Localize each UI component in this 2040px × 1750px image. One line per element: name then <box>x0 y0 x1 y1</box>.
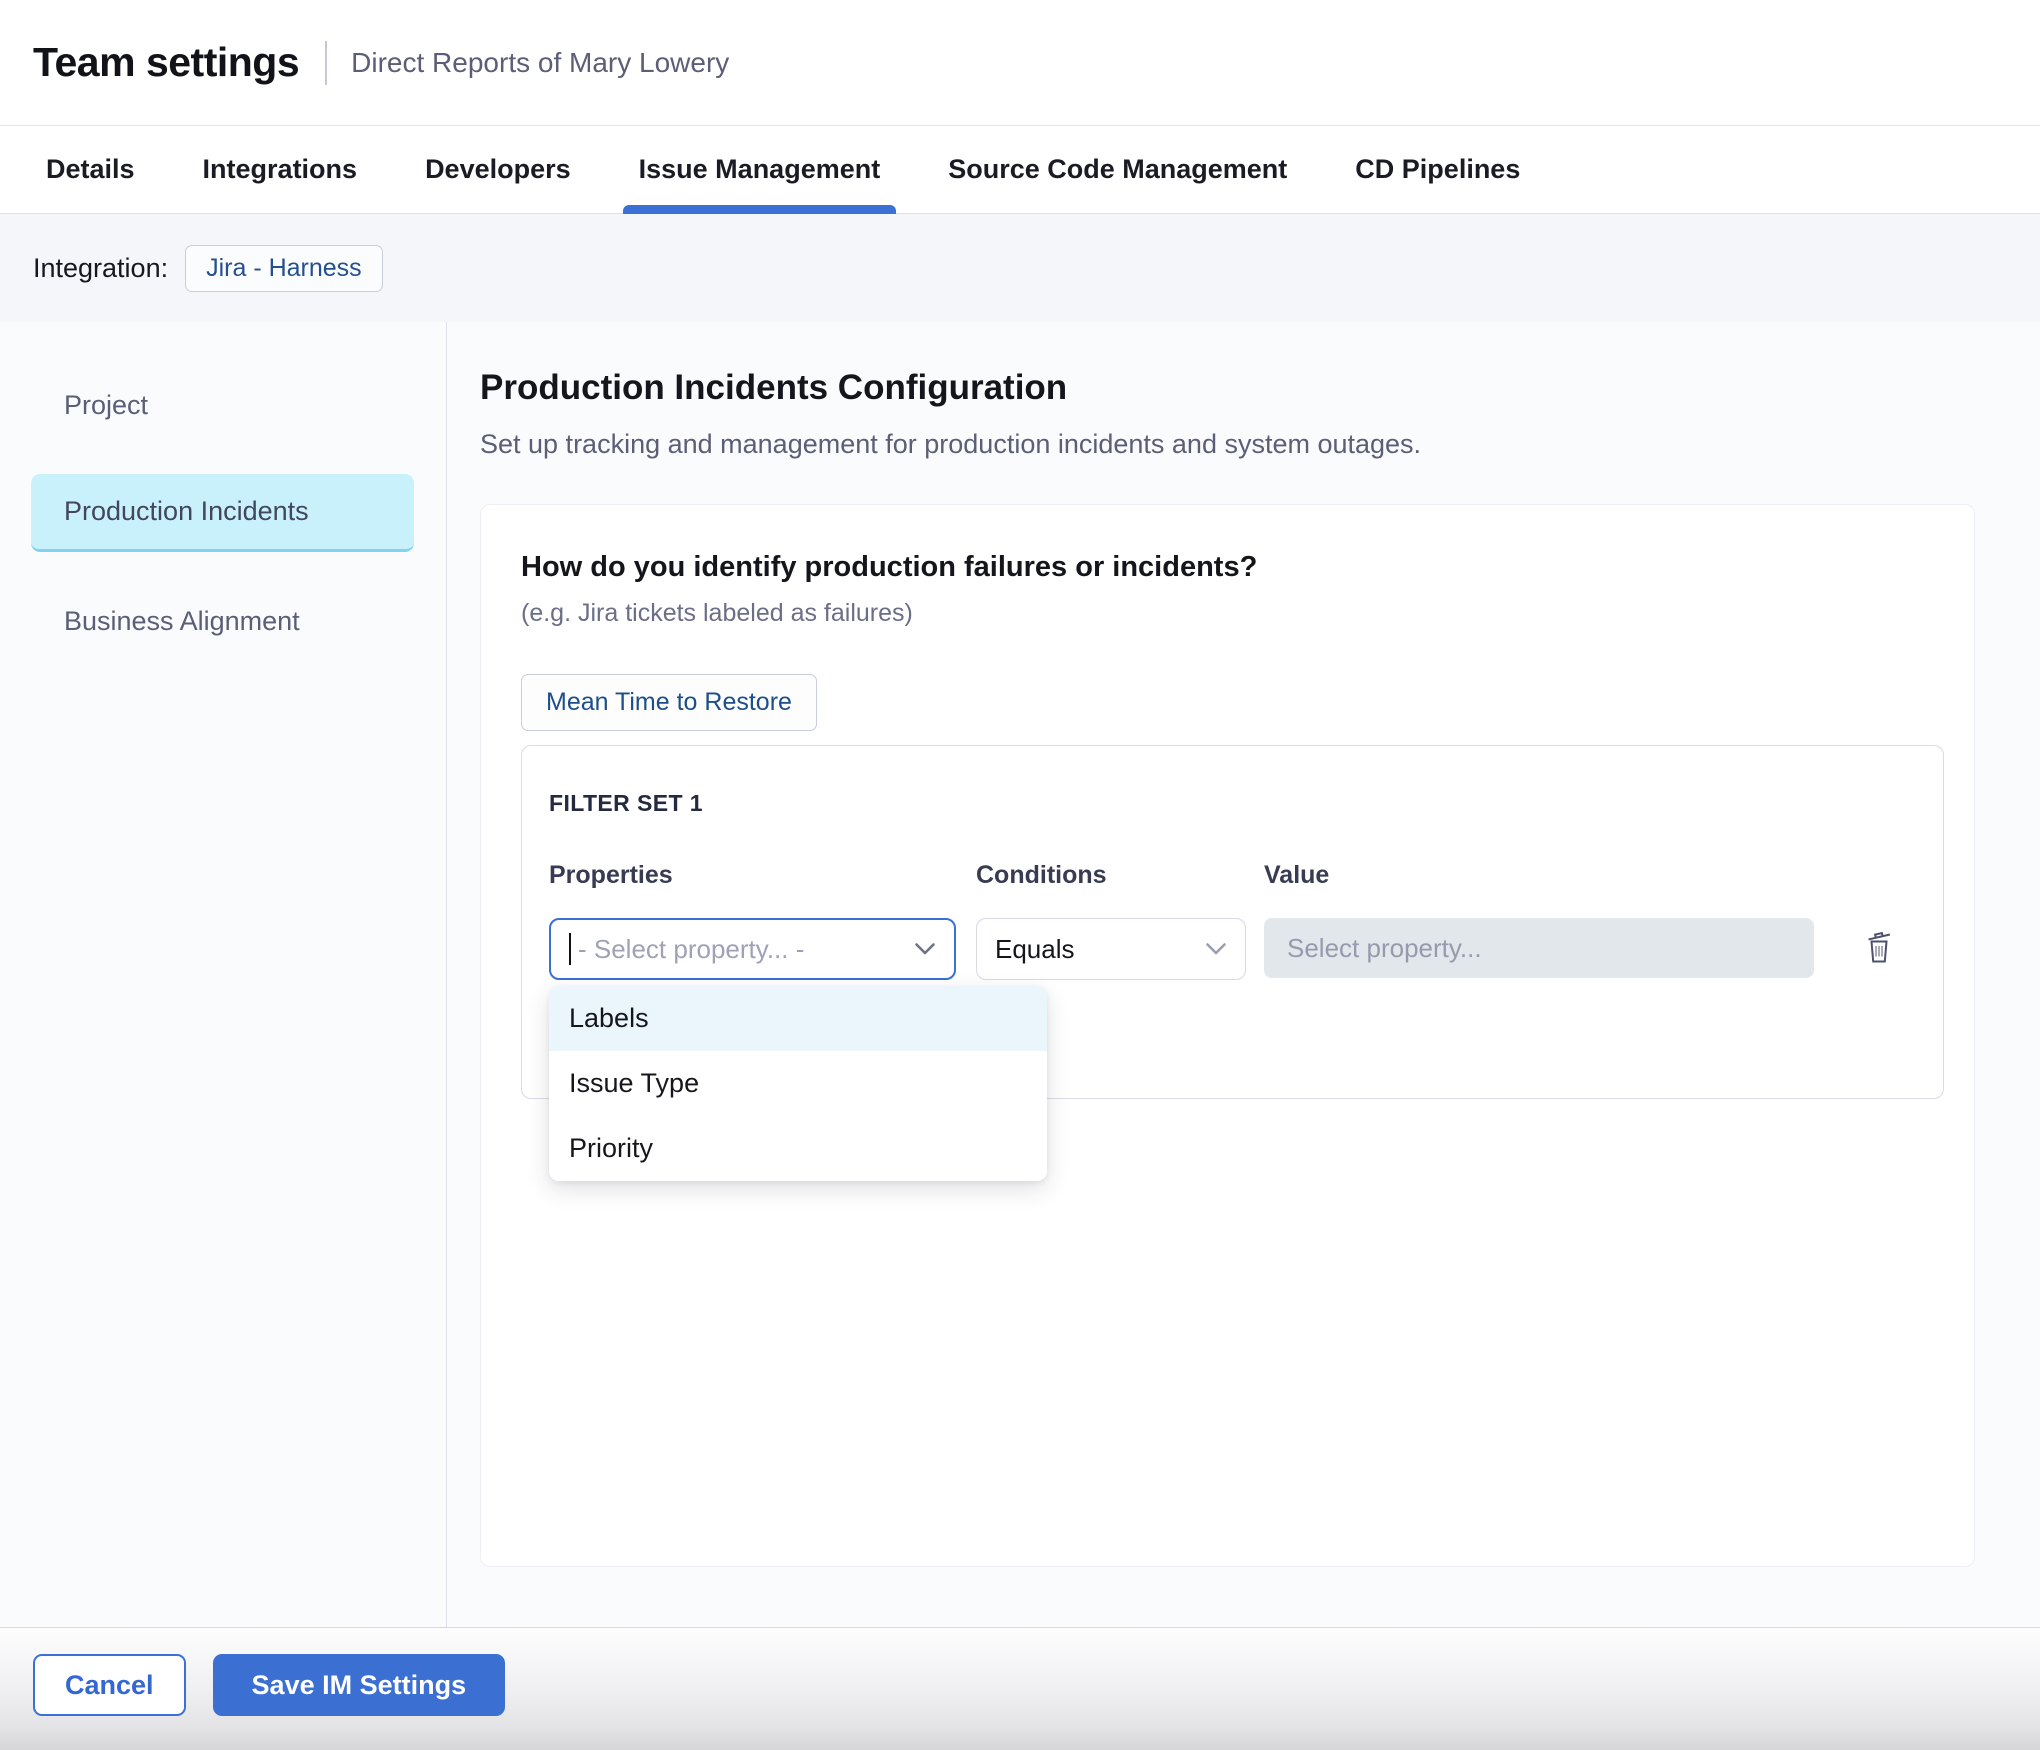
chevron-down-icon <box>1205 942 1227 956</box>
section-subtitle: Set up tracking and management for produ… <box>480 429 1975 460</box>
identify-incidents-question: How do you identify production failures … <box>521 551 1944 584</box>
delete-filter-button[interactable] <box>1861 927 1897 970</box>
filter-row: Properties - Select property... - <box>549 861 1916 980</box>
settings-sidebar: Project Production Incidents Business Al… <box>0 322 447 1627</box>
dropdown-option-issue-type[interactable]: Issue Type <box>549 1051 1047 1116</box>
page-header: Team settings Direct Reports of Mary Low… <box>0 0 2040 126</box>
filter-set-title: FILTER SET 1 <box>549 790 1916 817</box>
team-settings-page: Team settings Direct Reports of Mary Low… <box>0 0 2040 1750</box>
sidebar-item-business-alignment[interactable]: Business Alignment <box>31 582 414 660</box>
condition-select-value: Equals <box>995 934 1195 965</box>
trash-icon <box>1861 927 1897 970</box>
tab-developers[interactable]: Developers <box>409 126 587 213</box>
conditions-column: Conditions Equals <box>976 861 1246 980</box>
value-input[interactable]: Select property... <box>1264 918 1814 978</box>
sidebar-item-project[interactable]: Project <box>31 366 414 444</box>
mean-time-to-restore-chip[interactable]: Mean Time to Restore <box>521 674 817 731</box>
tab-issue-management[interactable]: Issue Management <box>623 126 897 213</box>
text-cursor-caret <box>569 933 571 965</box>
dropdown-option-labels[interactable]: Labels <box>549 986 1047 1051</box>
page-title: Team settings <box>33 39 299 86</box>
team-name-subtitle: Direct Reports of Mary Lowery <box>351 47 729 79</box>
filter-set-panel: FILTER SET 1 Properties - Select propert… <box>521 745 1944 1099</box>
section-title: Production Incidents Configuration <box>480 368 1975 408</box>
footer-action-bar: Cancel Save IM Settings <box>0 1627 2040 1750</box>
property-select-placeholder: - Select property... - <box>578 934 904 965</box>
property-select[interactable]: - Select property... - <box>549 918 956 980</box>
integration-chip-jira-harness[interactable]: Jira - Harness <box>185 245 383 292</box>
dropdown-option-priority[interactable]: Priority <box>549 1116 1047 1181</box>
properties-column: Properties - Select property... - <box>549 861 956 980</box>
conditions-column-header: Conditions <box>976 861 1246 890</box>
property-dropdown-menu: Labels Issue Type Priority <box>549 986 1047 1181</box>
integration-label: Integration: <box>33 253 168 284</box>
value-column: Value Select property... <box>1264 861 1814 978</box>
incidents-config-card: How do you identify production failures … <box>480 504 1975 1567</box>
tab-cd-pipelines[interactable]: CD Pipelines <box>1339 126 1536 213</box>
value-column-header: Value <box>1264 861 1814 890</box>
main-panel: Production Incidents Configuration Set u… <box>447 322 2040 1627</box>
tab-details[interactable]: Details <box>30 126 151 213</box>
condition-select[interactable]: Equals <box>976 918 1246 980</box>
properties-column-header: Properties <box>549 861 956 890</box>
tab-source-code-management[interactable]: Source Code Management <box>932 126 1303 213</box>
save-im-settings-button[interactable]: Save IM Settings <box>213 1654 506 1716</box>
integration-bar: Integration: Jira - Harness <box>0 214 2040 322</box>
identify-incidents-hint: (e.g. Jira tickets labeled as failures) <box>521 599 1944 628</box>
settings-tab-bar: Details Integrations Developers Issue Ma… <box>0 126 2040 214</box>
chevron-down-icon <box>914 942 936 956</box>
sidebar-item-production-incidents[interactable]: Production Incidents <box>31 474 414 552</box>
value-input-placeholder: Select property... <box>1287 933 1791 964</box>
tab-integrations[interactable]: Integrations <box>187 126 374 213</box>
delete-filter-column <box>1861 861 1897 970</box>
header-divider <box>325 41 327 85</box>
cancel-button[interactable]: Cancel <box>33 1654 186 1716</box>
content-area: Project Production Incidents Business Al… <box>0 322 2040 1627</box>
